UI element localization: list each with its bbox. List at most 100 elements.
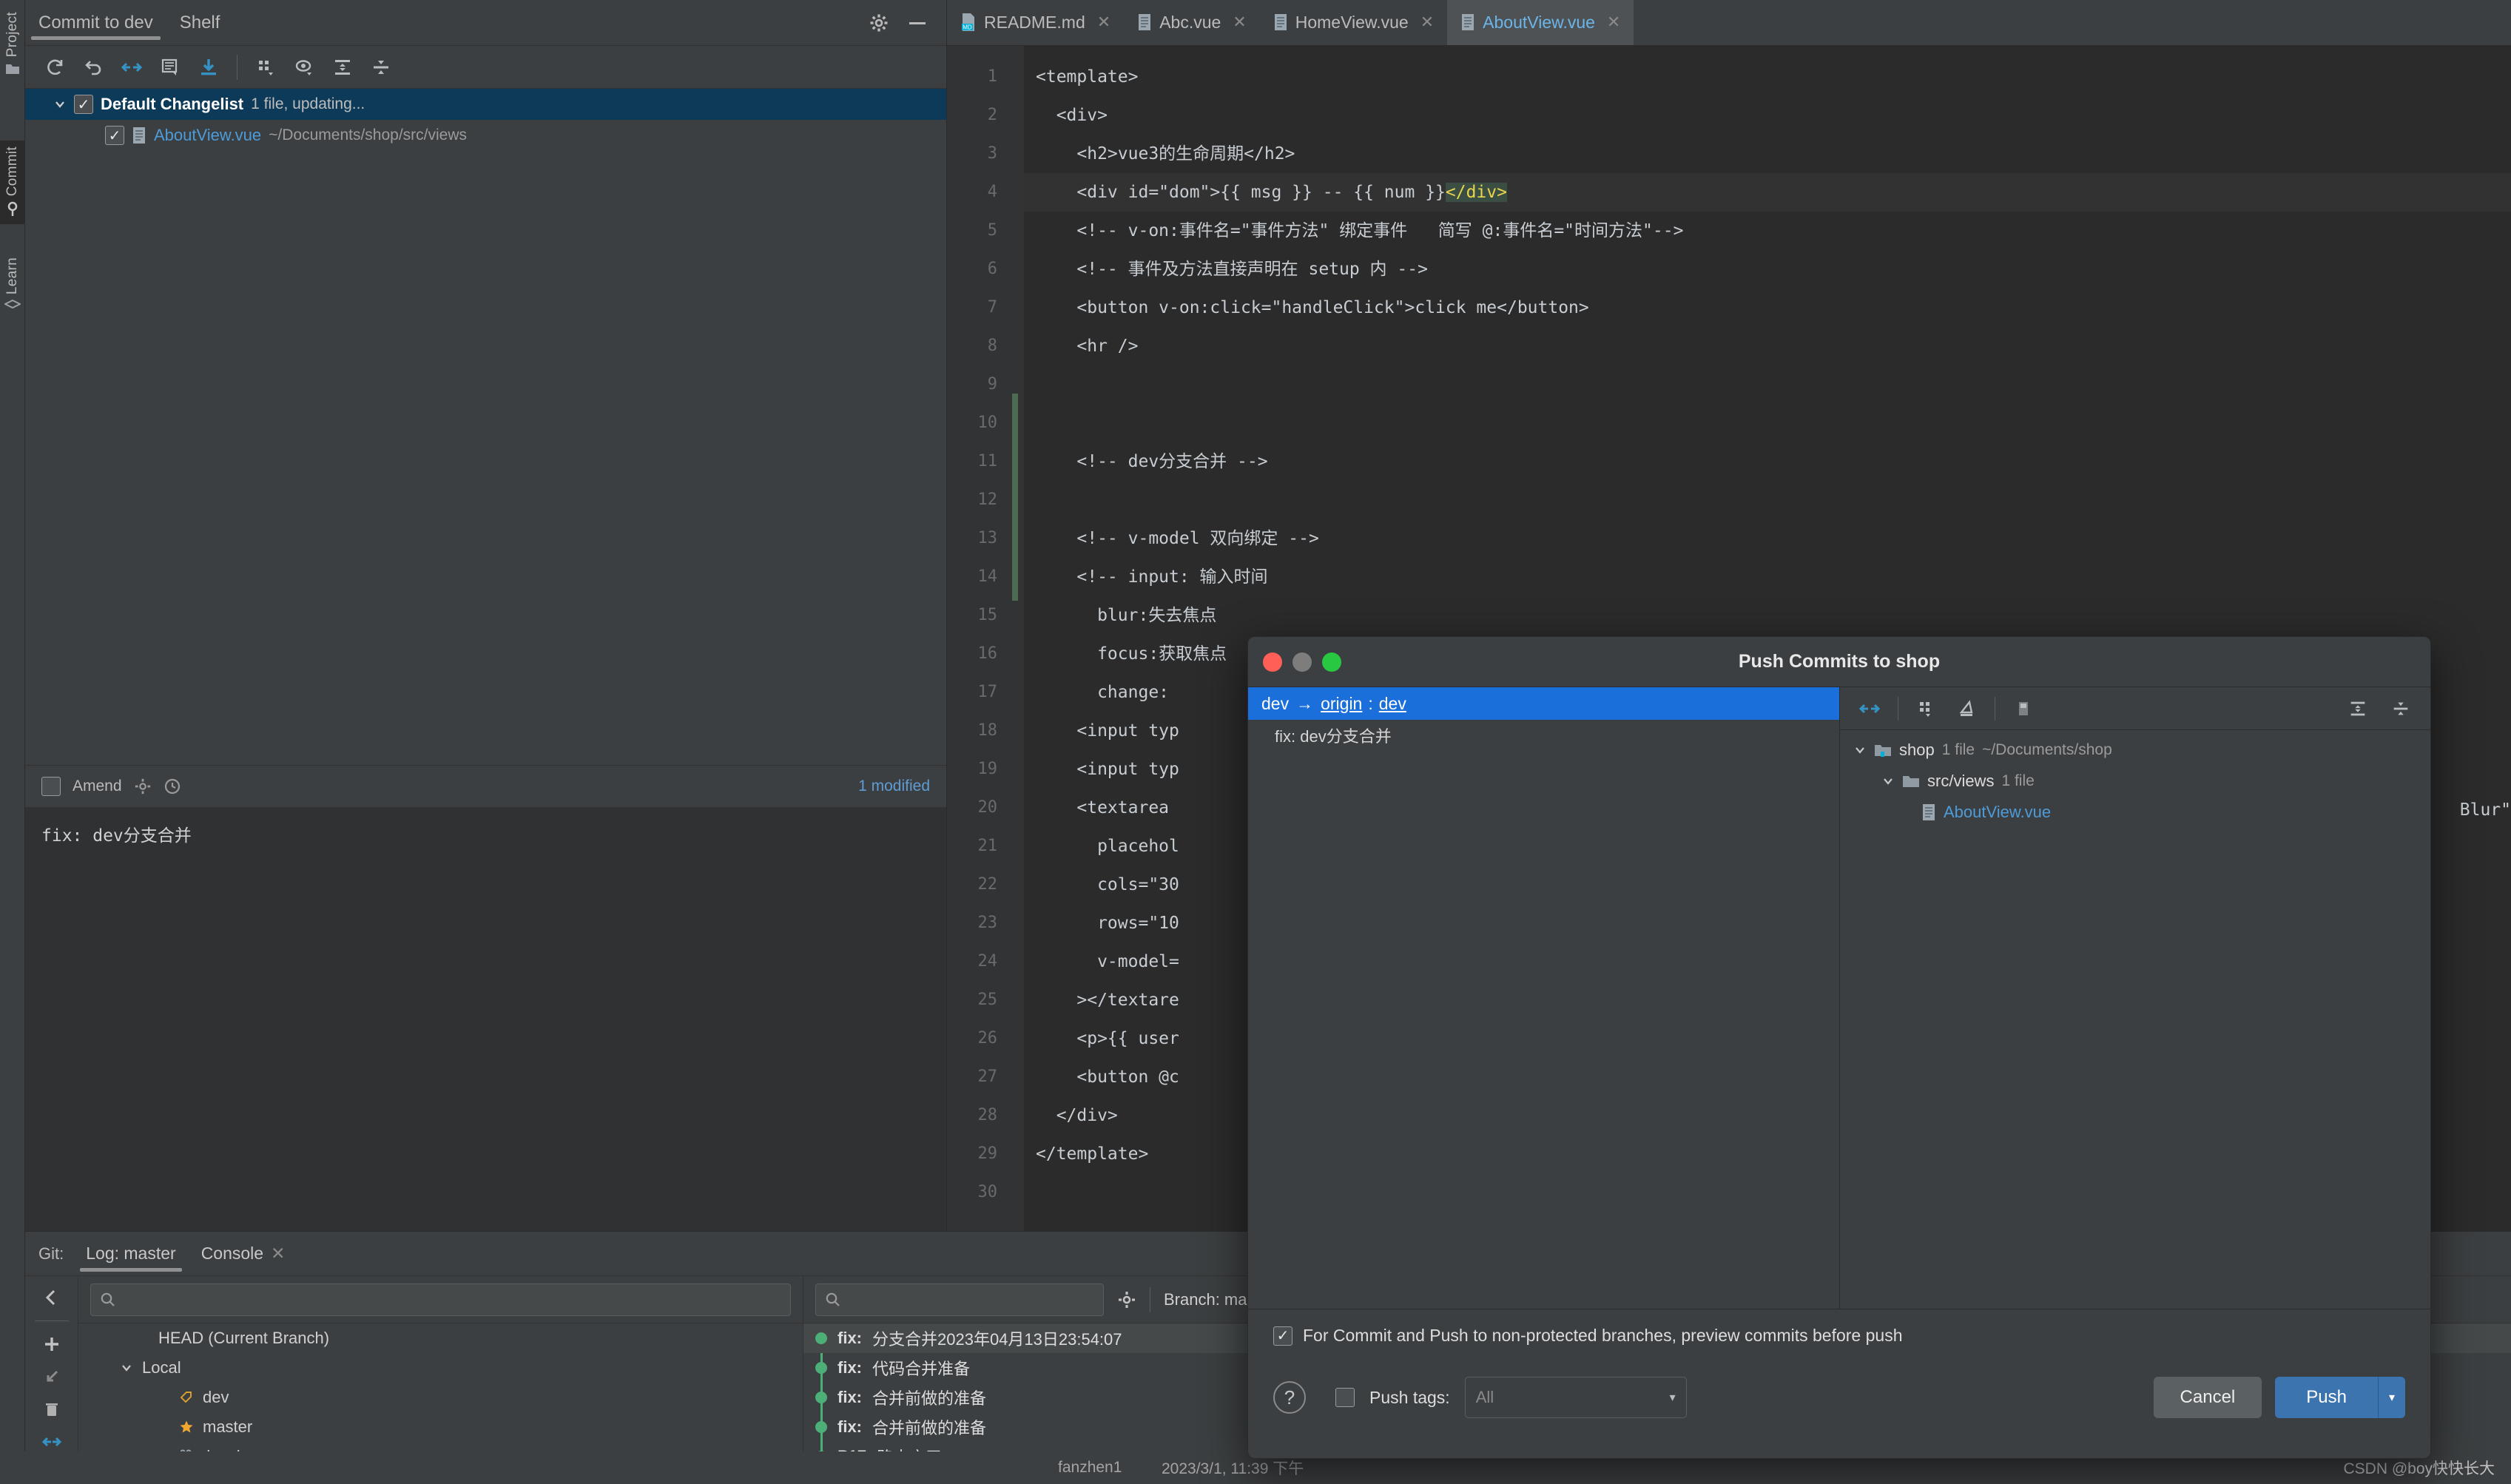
delete-icon[interactable] [42,1400,61,1419]
commit-message-icon[interactable] [152,50,188,84]
gear-icon[interactable] [869,13,889,33]
tab-log-master[interactable]: Log: master [75,1232,186,1276]
close-window-button[interactable] [1263,652,1282,672]
commit-search-input[interactable] [815,1283,1104,1316]
preview-icon[interactable] [286,50,322,84]
checkout-icon[interactable] [42,1367,61,1386]
file-name[interactable]: AboutView.vue [154,126,261,145]
chevron-down-icon[interactable] [1881,775,1895,788]
tab-readme-md[interactable]: MD README.md ✕ [947,0,1124,45]
code-line[interactable]: blur:失去焦点 [1024,596,2511,635]
collapse-all-icon[interactable] [2383,692,2419,726]
chevron-down-icon[interactable] [1853,743,1867,757]
line-number: 9 [987,375,997,394]
code-line[interactable]: <div id="dom">{{ msg }} -- {{ num }}</di… [1024,173,2511,212]
tree-node-name[interactable]: AboutView.vue [1944,803,2051,822]
push-files-panel: shop 1 file ~/Documents/shop src/views 1… [1840,687,2430,1309]
branch-row[interactable]: master [78,1412,803,1442]
minimize-icon[interactable] [908,20,927,26]
code-line[interactable]: <template> [1024,58,2511,96]
branch-row[interactable]: HEAD (Current Branch) [78,1323,803,1353]
code-line[interactable] [1024,481,2511,519]
amend-checkbox[interactable] [41,777,61,796]
zoom-window-button[interactable] [1322,652,1341,672]
refresh-icon[interactable] [37,50,73,84]
tab-console[interactable]: Console ✕ [191,1232,296,1276]
expand-all-icon[interactable] [325,50,360,84]
code-line[interactable] [1024,365,2511,404]
changelist-row[interactable]: ✓ Default Changelist 1 file, updating... [25,89,946,120]
diff-icon[interactable] [41,1432,61,1451]
push-tags-select[interactable]: All ▾ [1464,1377,1687,1418]
code-line[interactable]: <h2>vue3的生命周期</h2> [1024,135,2511,173]
code-line[interactable]: <!-- input: 输入时间 [1024,558,2511,596]
expand-all-icon[interactable] [2340,692,2376,726]
rollback-icon[interactable] [75,50,111,84]
branch-row[interactable]: dev [78,1383,803,1412]
status-user: fanzhen1 [1058,1459,1122,1476]
tab-shelf[interactable]: Shelf [166,0,234,46]
tree-node-name: shop [1899,741,1935,759]
tab-homeview-vue[interactable]: HomeView.vue ✕ [1260,0,1447,45]
tab-aboutview-vue[interactable]: AboutView.vue ✕ [1447,0,1634,45]
close-icon[interactable]: ✕ [1097,13,1110,32]
close-icon[interactable]: ✕ [1233,13,1246,32]
gear-icon[interactable] [1117,1290,1136,1309]
chevron-down-icon[interactable] [53,98,67,111]
push-target-row[interactable]: dev → origin : dev [1248,687,1839,720]
branch-row[interactable]: Local [78,1353,803,1383]
sidebar-item-project[interactable]: Project [0,6,25,84]
code-line[interactable]: <!-- 事件及方法直接声明在 setup 内 --> [1024,250,2511,289]
history-clock-icon[interactable] [164,778,181,795]
sidebar-item-learn[interactable]: Learn [0,252,25,320]
tree-row-shop[interactable]: shop 1 file ~/Documents/shop [1840,735,2430,766]
branch-search-input[interactable] [90,1283,791,1316]
push-button[interactable]: Push [2275,1377,2378,1418]
code-line[interactable]: <!-- v-on:事件名="事件方法" 绑定事件 简写 @:事件名="时间方法… [1024,212,2511,250]
preview-icon[interactable] [2006,692,2041,726]
code-line[interactable]: <button v-on:click="handleClick">click m… [1024,289,2511,327]
line-number: 28 [977,1106,998,1124]
commit-message-input[interactable]: fix: dev分支合并 [25,808,946,1237]
update-icon[interactable] [191,50,226,84]
push-tags-checkbox[interactable] [1335,1388,1355,1407]
file-checkbox[interactable]: ✓ [105,126,124,145]
push-target-branch[interactable]: dev [1379,694,1406,714]
changelist-file-row[interactable]: ✓ AboutView.vue ~/Documents/shop/src/vie… [25,120,946,151]
code-line[interactable]: <div> [1024,96,2511,135]
code-line[interactable]: <!-- v-model 双向绑定 --> [1024,519,2511,558]
cancel-button[interactable]: Cancel [2153,1377,2262,1418]
add-icon[interactable] [42,1335,61,1354]
minimize-window-button[interactable] [1292,652,1312,672]
diff-icon[interactable] [1852,692,1887,726]
preview-before-push-checkbox[interactable]: ✓ [1273,1326,1292,1346]
code-line[interactable] [1024,404,2511,442]
changelist-checkbox[interactable]: ✓ [74,95,93,114]
help-button[interactable]: ? [1273,1381,1306,1414]
push-commit-row[interactable]: fix: dev分支合并 [1248,720,1839,751]
vcs-change-marker[interactable] [1012,394,1018,601]
diff-icon[interactable] [114,50,149,84]
gear-icon[interactable] [134,778,152,795]
collapse-left-icon[interactable] [42,1288,61,1307]
collapse-all-icon[interactable] [363,50,399,84]
highlight-icon[interactable] [1949,692,1984,726]
group-by-icon[interactable] [1909,692,1944,726]
tree-row-aboutview[interactable]: AboutView.vue [1840,797,2430,828]
group-by-icon[interactable] [248,50,283,84]
tab-commit-to-dev[interactable]: Commit to dev [25,0,166,46]
close-icon[interactable]: ✕ [1607,13,1620,32]
push-remote[interactable]: origin [1321,694,1362,714]
sidebar-item-commit[interactable]: Commit [0,141,25,225]
commit-panel-window-controls [869,13,946,33]
tree-row-src-views[interactable]: src/views 1 file [1840,766,2430,797]
push-dropdown-button[interactable]: ▾ [2377,1377,2405,1418]
modified-count[interactable]: 1 modified [858,778,930,795]
tab-abc-vue[interactable]: Abc.vue ✕ [1124,0,1260,45]
code-line[interactable]: <hr /> [1024,327,2511,365]
dialog-primary-actions: Cancel Push ▾ [2153,1377,2405,1418]
close-icon[interactable]: ✕ [1420,13,1434,32]
close-icon[interactable]: ✕ [271,1244,285,1264]
code-line[interactable]: <!-- dev分支合并 --> [1024,442,2511,481]
chevron-down-icon[interactable] [120,1361,133,1375]
